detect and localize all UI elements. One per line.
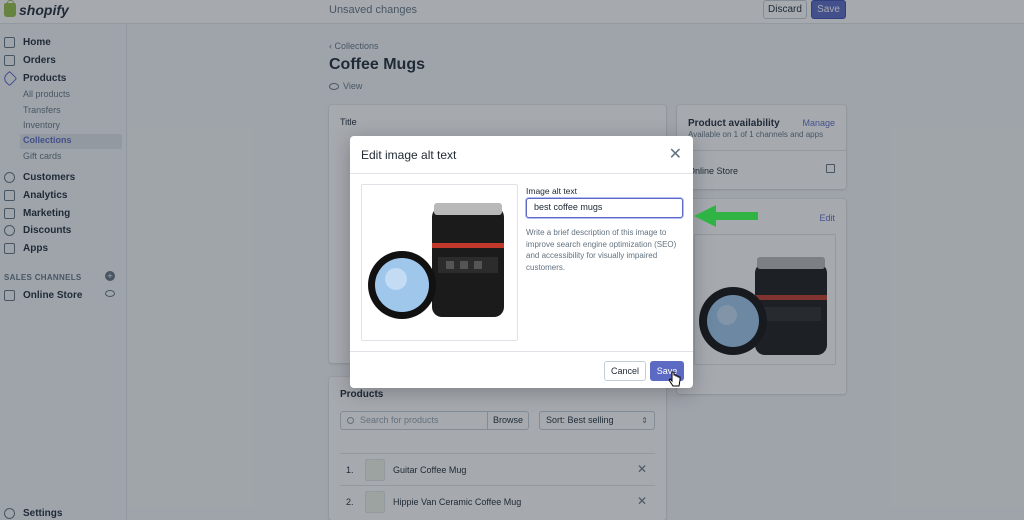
image-preview: [361, 184, 518, 341]
alt-text-label: Image alt text: [526, 186, 578, 196]
mug-illustration: [368, 203, 504, 319]
modal-header: Edit image alt text ✕: [350, 136, 693, 174]
cancel-button[interactable]: Cancel: [604, 361, 646, 381]
alt-text-input[interactable]: best coffee mugs: [526, 198, 683, 218]
alt-text-help: Write a brief description of this image …: [526, 228, 677, 272]
green-arrow-annotation: [694, 205, 758, 227]
edit-alt-text-modal: Edit image alt text ✕ Image alt text bes…: [350, 136, 693, 388]
close-icon[interactable]: ✕: [669, 144, 682, 164]
modal-title: Edit image alt text: [361, 148, 457, 162]
hand-cursor-icon: [669, 371, 681, 387]
modal-footer: Cancel Save: [350, 351, 693, 388]
